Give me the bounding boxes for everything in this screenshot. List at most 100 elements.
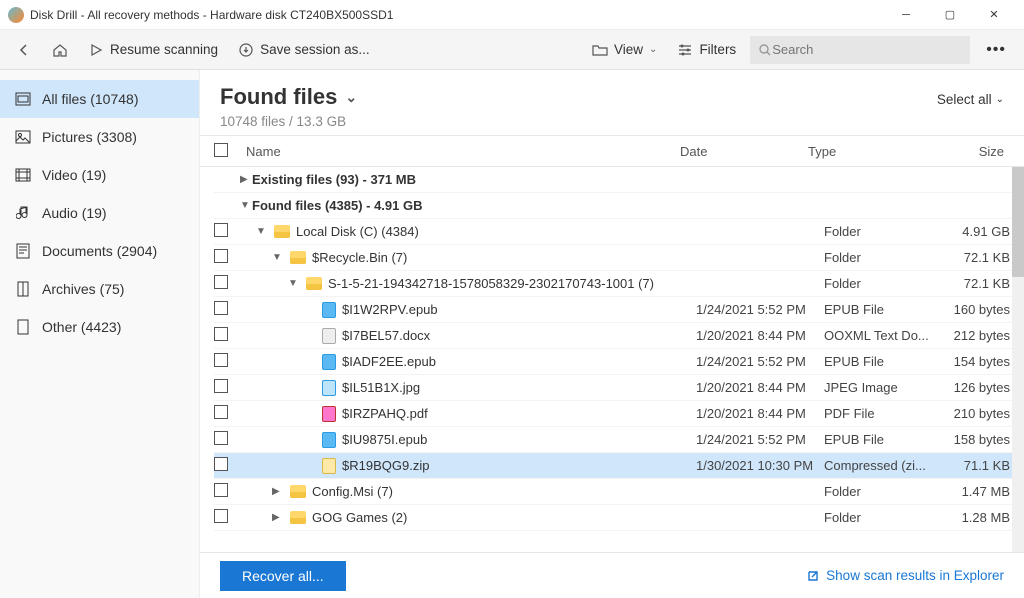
file-name: Config.Msi (7) <box>312 484 393 499</box>
show-in-explorer-link[interactable]: Show scan results in Explorer <box>806 568 1004 583</box>
resume-label: Resume scanning <box>110 42 218 57</box>
group-existing[interactable]: ▶ Existing files (93) - 371 MB <box>214 167 1020 193</box>
row-checkbox[interactable] <box>214 509 228 523</box>
folder-icon <box>290 251 306 264</box>
page-title: Found files⌄ <box>220 84 357 110</box>
expand-icon[interactable]: ▶ <box>272 512 284 523</box>
file-name: $I7BEL57.docx <box>342 328 430 343</box>
group-label: Existing files (93) - 371 MB <box>252 172 416 187</box>
select-all-button[interactable]: Select all⌄ <box>937 92 1004 107</box>
more-button[interactable]: ••• <box>978 37 1014 63</box>
file-row[interactable]: ▶Config.Msi (7)Folder1.47 MB <box>214 479 1020 505</box>
close-button[interactable]: ✕ <box>980 5 1008 25</box>
row-checkbox[interactable] <box>214 405 228 419</box>
picture-icon <box>14 128 32 146</box>
save-session-button[interactable]: Save session as... <box>232 38 376 62</box>
row-checkbox[interactable] <box>214 457 228 471</box>
resume-scanning-button[interactable]: Resume scanning <box>82 38 224 62</box>
video-icon <box>14 166 32 184</box>
row-checkbox[interactable] <box>214 223 228 237</box>
file-row[interactable]: $IU9875I.epub1/24/2021 5:52 PMEPUB File1… <box>214 427 1020 453</box>
sidebar-item-other[interactable]: Other (4423) <box>0 308 199 346</box>
sidebar-item-label: Pictures (3308) <box>42 129 137 145</box>
folder-icon <box>274 225 290 238</box>
column-size[interactable]: Size <box>928 144 1004 159</box>
file-type: Folder <box>824 250 944 265</box>
file-row[interactable]: ▼ S-1-5-21-194342718-1578058329-230217074… <box>214 271 1020 297</box>
search-input[interactable] <box>772 42 962 57</box>
file-size: 71.1 KB <box>944 458 1020 473</box>
back-button[interactable] <box>10 38 38 62</box>
sidebar-item-pictures[interactable]: Pictures (3308) <box>0 118 199 156</box>
row-checkbox[interactable] <box>214 431 228 445</box>
file-row[interactable]: ▼$Recycle.Bin (7)Folder72.1 KB <box>214 245 1020 271</box>
save-session-label: Save session as... <box>260 42 370 57</box>
footer: Recover all... Show scan results in Expl… <box>200 552 1024 598</box>
other-icon <box>14 318 32 336</box>
file-row[interactable]: $I7BEL57.docx1/20/2021 8:44 PMOOXML Text… <box>214 323 1020 349</box>
sidebar-item-audio[interactable]: Audio (19) <box>0 194 199 232</box>
file-name: $Recycle.Bin (7) <box>312 250 407 265</box>
maximize-button[interactable]: ▢ <box>936 5 964 25</box>
file-size: 4.91 GB <box>944 224 1020 239</box>
file-type: Folder <box>824 276 944 291</box>
sidebar-item-video[interactable]: Video (19) <box>0 156 199 194</box>
scrollbar-track[interactable] <box>1012 167 1024 552</box>
file-type: Folder <box>824 484 944 499</box>
file-row[interactable]: $IRZPAHQ.pdf1/20/2021 8:44 PMPDF File210… <box>214 401 1020 427</box>
group-found[interactable]: ▼ Found files (4385) - 4.91 GB <box>214 193 1020 219</box>
file-size: 72.1 KB <box>944 276 1020 291</box>
home-icon <box>52 42 68 58</box>
file-name: S-1-5-21-194342718-1578058329-2302170743… <box>328 276 654 291</box>
sidebar-item-archives[interactable]: Archives (75) <box>0 270 199 308</box>
expand-icon[interactable]: ▶ <box>240 174 252 185</box>
column-type[interactable]: Type <box>808 144 928 159</box>
toolbar: Resume scanning Save session as... View⌄… <box>0 30 1024 70</box>
recover-all-button[interactable]: Recover all... <box>220 561 346 591</box>
view-button[interactable]: View⌄ <box>586 38 663 62</box>
view-label: View <box>614 42 643 57</box>
file-row[interactable]: $R19BQG9.zip1/30/2021 10:30 PMCompressed… <box>214 453 1020 479</box>
content-header: Found files⌄ 10748 files / 13.3 GB Selec… <box>200 70 1024 135</box>
row-checkbox[interactable] <box>214 353 228 367</box>
file-date: 1/20/2021 8:44 PM <box>696 406 824 421</box>
file-size: 158 bytes <box>944 432 1020 447</box>
sidebar-item-all-files[interactable]: All files (10748) <box>0 80 199 118</box>
search-box[interactable] <box>750 36 970 64</box>
filters-button[interactable]: Filters <box>671 38 742 62</box>
scrollbar-thumb[interactable] <box>1012 167 1024 277</box>
file-row[interactable]: ▼Local Disk (C) (4384)Folder4.91 GB <box>214 219 1020 245</box>
titlebar: Disk Drill - All recovery methods - Hard… <box>0 0 1024 30</box>
file-row[interactable]: ▶GOG Games (2)Folder1.28 MB <box>214 505 1020 531</box>
expand-icon[interactable]: ▶ <box>272 486 284 497</box>
home-button[interactable] <box>46 38 74 62</box>
file-row[interactable]: $IL51B1X.jpg1/20/2021 8:44 PMJPEG Image1… <box>214 375 1020 401</box>
archive-icon <box>14 280 32 298</box>
sliders-icon <box>677 42 693 58</box>
folder-icon <box>290 511 306 524</box>
column-name[interactable]: Name <box>240 144 680 159</box>
file-type: EPUB File <box>824 302 944 317</box>
row-checkbox[interactable] <box>214 379 228 393</box>
page-subtitle: 10748 files / 13.3 GB <box>220 114 357 129</box>
collapse-icon[interactable]: ▼ <box>272 252 284 263</box>
arrow-left-icon <box>16 42 32 58</box>
header-checkbox[interactable] <box>214 143 228 157</box>
row-checkbox[interactable] <box>214 275 228 289</box>
collapse-icon[interactable]: ▼ <box>288 278 300 289</box>
file-row[interactable]: $I1W2RPV.epub1/24/2021 5:52 PMEPUB File1… <box>214 297 1020 323</box>
minimize-button[interactable]: ─ <box>892 5 920 25</box>
collapse-icon[interactable]: ▼ <box>240 200 252 211</box>
file-size: 212 bytes <box>944 328 1020 343</box>
sidebar-item-documents[interactable]: Documents (2904) <box>0 232 199 270</box>
row-checkbox[interactable] <box>214 483 228 497</box>
chevron-down-icon[interactable]: ⌄ <box>345 89 357 106</box>
sidebar-item-label: Archives (75) <box>42 281 124 297</box>
row-checkbox[interactable] <box>214 249 228 263</box>
row-checkbox[interactable] <box>214 301 228 315</box>
collapse-icon[interactable]: ▼ <box>256 226 268 237</box>
column-date[interactable]: Date <box>680 144 808 159</box>
file-row[interactable]: $IADF2EE.epub1/24/2021 5:52 PMEPUB File1… <box>214 349 1020 375</box>
file-type: PDF File <box>824 406 944 421</box>
row-checkbox[interactable] <box>214 327 228 341</box>
